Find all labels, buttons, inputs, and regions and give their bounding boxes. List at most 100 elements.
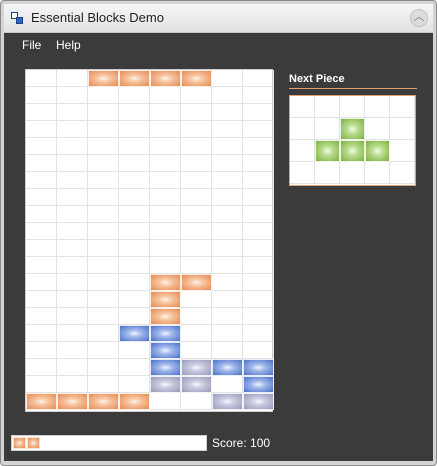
grid-cell (150, 155, 181, 172)
stacked-block (150, 325, 181, 342)
progress-segment (27, 437, 40, 449)
grid-cell (150, 240, 181, 257)
grid-cell (26, 308, 57, 325)
grid-cell (181, 121, 212, 138)
grid-cell (181, 155, 212, 172)
grid-cell (390, 162, 415, 184)
grid-cell (150, 172, 181, 189)
stacked-block (181, 359, 212, 376)
grid-cell (150, 206, 181, 223)
grid-cell (88, 325, 119, 342)
stacked-block (150, 274, 181, 291)
grid-cell (57, 274, 88, 291)
grid-cell (243, 189, 274, 206)
grid-cell (243, 308, 274, 325)
grid-cell (290, 162, 315, 184)
grid-cell (57, 240, 88, 257)
grid-cell (88, 274, 119, 291)
grid-cell (212, 274, 243, 291)
grid-cell (150, 87, 181, 104)
grid-cell (57, 155, 88, 172)
grid-cell (243, 342, 274, 359)
grid-cell (57, 257, 88, 274)
grid-cell (181, 138, 212, 155)
collapse-button[interactable]: ︿ (410, 9, 428, 27)
grid-cell (88, 189, 119, 206)
next-piece-block (365, 140, 390, 162)
next-piece-block (340, 140, 365, 162)
menu-file[interactable]: File (22, 38, 41, 52)
grid-cell (119, 223, 150, 240)
menu-help[interactable]: Help (56, 38, 81, 52)
stacked-block (243, 359, 274, 376)
grid-cell (212, 240, 243, 257)
stacked-block (181, 274, 212, 291)
title-bar[interactable]: Essential Blocks Demo ︿ (4, 4, 433, 33)
grid-cell (57, 291, 88, 308)
grid-cell (119, 359, 150, 376)
grid-cell (365, 162, 390, 184)
grid-cell (57, 121, 88, 138)
grid-cell (212, 376, 243, 393)
grid-cell (212, 257, 243, 274)
blocks-app-icon (11, 12, 25, 26)
stacked-block (150, 359, 181, 376)
grid-cell (390, 118, 415, 140)
grid-cell (57, 206, 88, 223)
grid-cell (26, 138, 57, 155)
grid-cell (150, 121, 181, 138)
grid-cell (26, 359, 57, 376)
grid-cell (26, 121, 57, 138)
grid-cell (243, 172, 274, 189)
grid-cell (26, 172, 57, 189)
grid-cell (243, 291, 274, 308)
grid-cell (212, 87, 243, 104)
menu-bar: File Help (4, 33, 433, 57)
grid-cell (57, 70, 88, 87)
stacked-block (88, 393, 119, 410)
grid-cell (88, 240, 119, 257)
grid-cell (181, 325, 212, 342)
grid-cell (88, 172, 119, 189)
grid-cell (243, 206, 274, 223)
grid-cell (119, 308, 150, 325)
grid-cell (88, 87, 119, 104)
stacked-block (119, 325, 150, 342)
grid-cell (88, 223, 119, 240)
game-board[interactable] (25, 69, 274, 412)
grid-cell (365, 118, 390, 140)
grid-cell (88, 291, 119, 308)
grid-cell (181, 240, 212, 257)
stacked-block (150, 342, 181, 359)
grid-cell (88, 138, 119, 155)
grid-cell (119, 257, 150, 274)
grid-cell (26, 376, 57, 393)
falling-piece-block (119, 70, 150, 87)
grid-cell (57, 325, 88, 342)
grid-cell (26, 274, 57, 291)
grid-cell (290, 118, 315, 140)
grid-cell (181, 172, 212, 189)
grid-cell (243, 87, 274, 104)
grid-cell (340, 162, 365, 184)
grid-cell (88, 206, 119, 223)
grid-cell (212, 70, 243, 87)
grid-cell (88, 257, 119, 274)
grid-cell (340, 96, 365, 118)
grid-cell (243, 223, 274, 240)
grid-cell (212, 189, 243, 206)
grid-cell (212, 325, 243, 342)
grid-cell (119, 206, 150, 223)
grid-cell (212, 104, 243, 121)
grid-cell (212, 155, 243, 172)
grid-cell (181, 308, 212, 325)
grid-cell (181, 206, 212, 223)
next-piece-preview (289, 95, 416, 186)
grid-cell (243, 257, 274, 274)
progress-segment (13, 437, 26, 449)
next-piece-divider (289, 88, 417, 89)
grid-cell (88, 104, 119, 121)
grid-cell (181, 291, 212, 308)
grid-cell (243, 240, 274, 257)
grid-cell (26, 291, 57, 308)
